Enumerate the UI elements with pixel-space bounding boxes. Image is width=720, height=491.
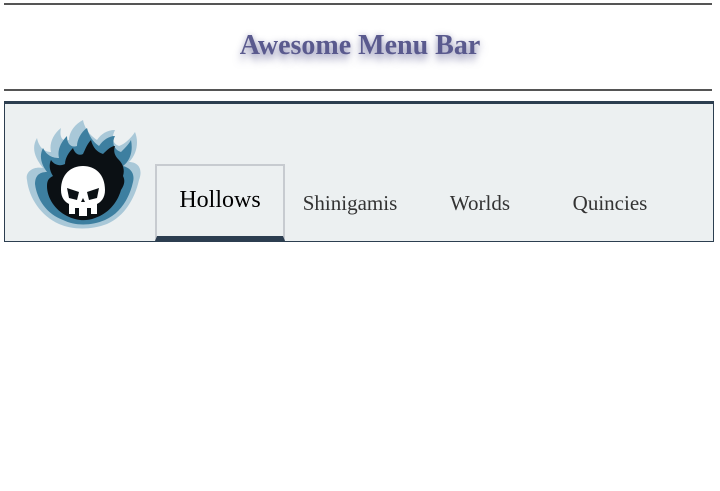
tab-worlds[interactable]: Worlds (420, 165, 540, 238)
menu-bar: Hollows Shinigamis Worlds Quincies (4, 101, 714, 242)
tab-worlds-label: Worlds (449, 191, 511, 215)
bottom-divider (4, 89, 712, 91)
page-title: Awesome Menu Bar (239, 30, 481, 61)
flaming-skull-icon[interactable] (21, 118, 145, 230)
tab-hollows[interactable]: Hollows (155, 164, 285, 241)
tab-quincies-label: Quincies (572, 191, 648, 215)
tab-hollows-label: Hollows (179, 186, 261, 213)
tab-shinigamis-label: Shinigamis (302, 191, 398, 215)
tab-quincies[interactable]: Quincies (550, 165, 670, 238)
tab-shinigamis[interactable]: Shinigamis (290, 165, 410, 238)
top-divider (4, 3, 712, 5)
